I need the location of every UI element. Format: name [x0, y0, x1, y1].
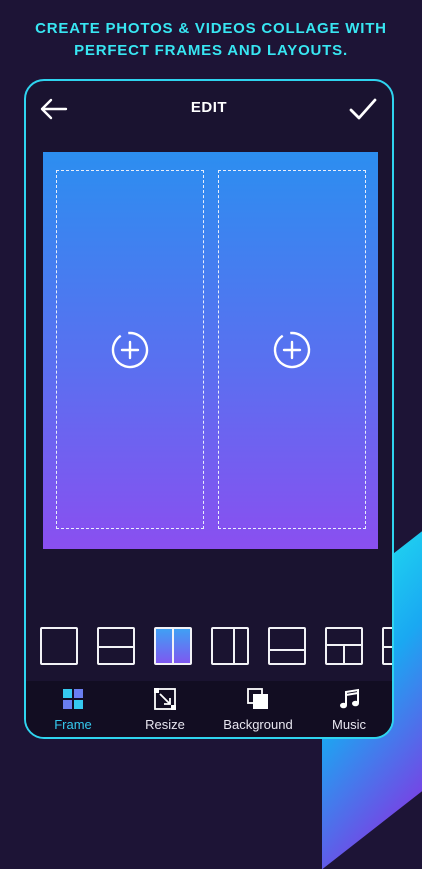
top-bar: EDIT — [26, 81, 392, 139]
add-circle-icon[interactable] — [272, 330, 312, 370]
checkmark-icon — [349, 98, 377, 120]
add-circle-icon[interactable] — [110, 330, 150, 370]
headline-line-2: PERFECT FRAMES AND LAYOUTS. — [74, 42, 348, 59]
layout-two-columns[interactable] — [154, 627, 192, 665]
nav-frame[interactable]: Frame — [28, 687, 118, 732]
layout-grid-mixed[interactable] — [325, 627, 363, 665]
bottom-nav: Frame Resize Background Music — [26, 681, 392, 737]
layout-more[interactable] — [382, 627, 392, 665]
done-button[interactable] — [348, 95, 378, 123]
resize-icon — [154, 688, 176, 710]
headline-line-1: CREATE PHOTOS & VIDEOS COLLAGE WITH — [35, 20, 387, 37]
collage-slot-left[interactable] — [56, 170, 204, 529]
nav-music[interactable]: Music — [304, 687, 392, 732]
nav-background[interactable]: Background — [213, 687, 303, 732]
music-note-icon — [340, 688, 359, 709]
page-title: EDIT — [190, 99, 228, 116]
layout-split-row[interactable] — [268, 627, 306, 665]
nav-background-label: Background — [223, 717, 293, 732]
phone-frame: EDIT Frame Resize Background Music — [24, 79, 394, 739]
nav-music-label: Music — [332, 717, 366, 732]
nav-frame-label: Frame — [54, 717, 92, 732]
collage-slot-right[interactable] — [218, 170, 366, 529]
background-icon — [247, 688, 268, 709]
frame-icon — [63, 689, 83, 709]
nav-resize-label: Resize — [145, 717, 185, 732]
layout-split-column[interactable] — [211, 627, 249, 665]
layout-picker — [38, 627, 392, 667]
nav-resize[interactable]: Resize — [120, 687, 210, 732]
layout-two-rows[interactable] — [97, 627, 135, 665]
collage-canvas — [43, 152, 378, 549]
layout-single[interactable] — [40, 627, 78, 665]
promo-headline: CREATE PHOTOS & VIDEOS COLLAGE WITH PERF… — [0, 18, 422, 62]
